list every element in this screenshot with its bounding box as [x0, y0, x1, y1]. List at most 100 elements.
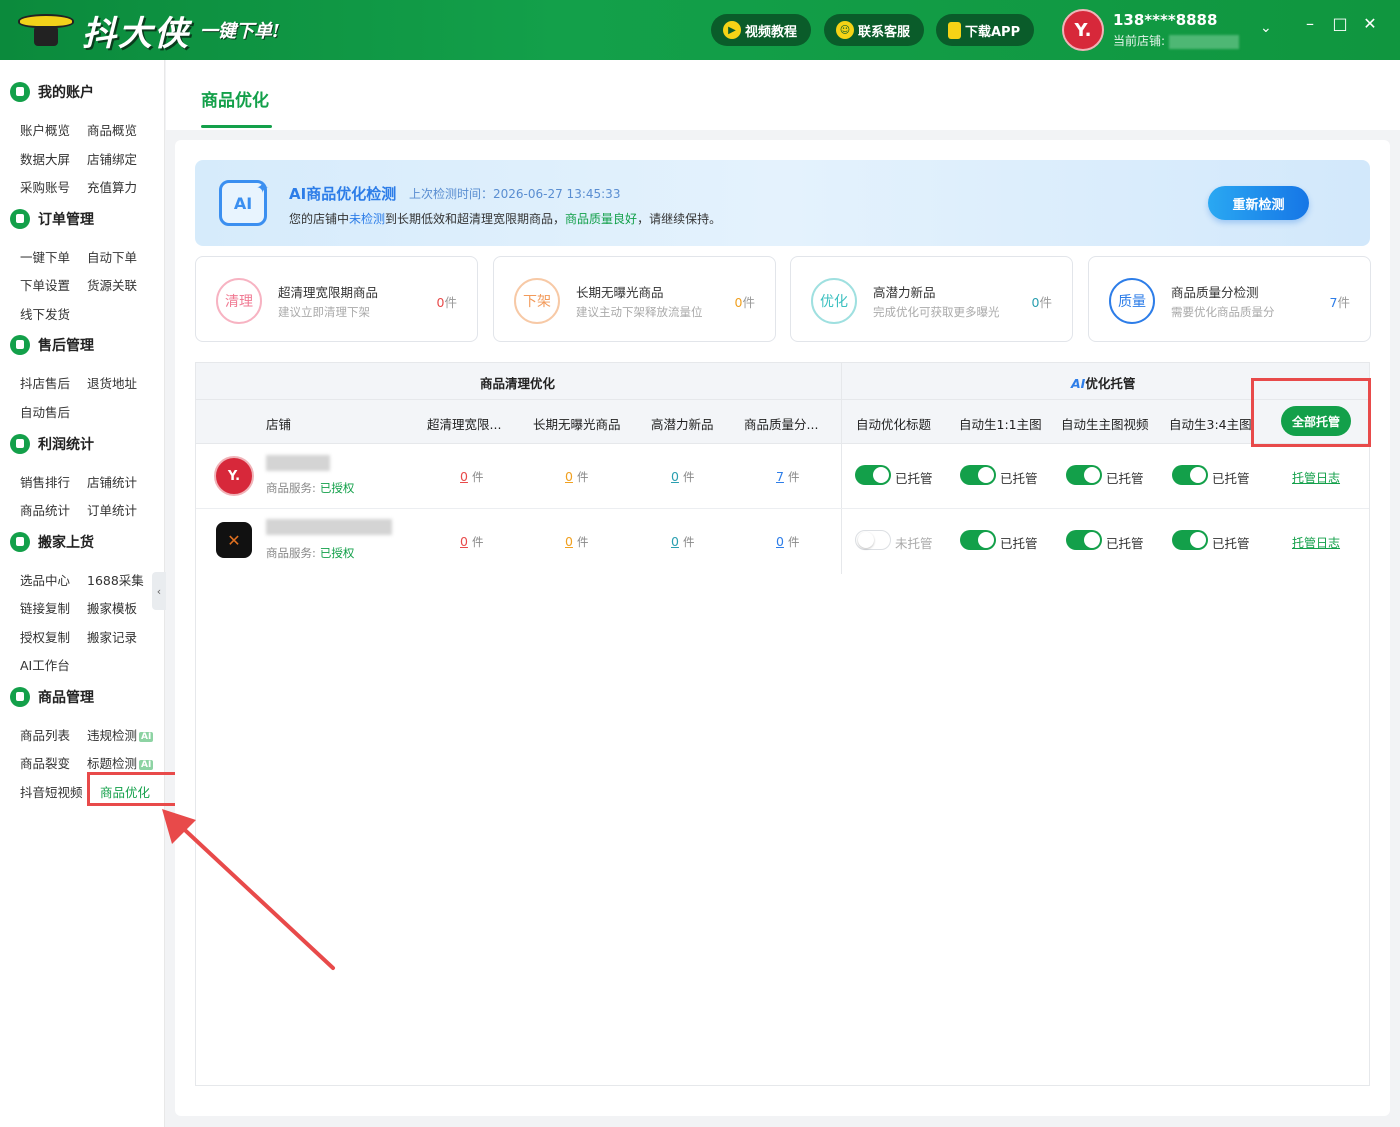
sidebar-section-migration[interactable]: 搬家上货	[10, 532, 94, 552]
stat-title: 商品质量分检测	[1171, 285, 1259, 300]
annotation-arrow-icon	[162, 809, 335, 970]
minimize-icon[interactable]: –	[1300, 14, 1320, 33]
count-high-potential[interactable]: 0件	[671, 534, 694, 550]
sidebar-item-return-address[interactable]: 退货地址	[87, 373, 137, 392]
video-tutorial-button[interactable]: ▶ 视频教程	[711, 14, 812, 46]
stat-count: 0件	[437, 292, 457, 311]
sidebar-item-violation-check[interactable]: 违规检测 AI	[87, 725, 154, 744]
col-header-no-exposure: 长期无曝光商品	[533, 417, 621, 432]
sidebar-item-data-screen[interactable]: 数据大屏	[20, 149, 70, 168]
count-quality-score[interactable]: 7件	[776, 469, 799, 485]
sidebar-item-offline-ship[interactable]: 线下发货	[20, 304, 70, 323]
toggle-knob	[1084, 532, 1100, 548]
sidebar-section-products[interactable]: 商品管理	[10, 687, 94, 707]
user-icon	[10, 82, 30, 102]
highlight-box-host-all	[1251, 378, 1371, 447]
toggle-status: 已托管	[1106, 471, 1144, 486]
toggle-auto-title[interactable]	[855, 530, 891, 550]
sidebar-section-orders[interactable]: 订单管理	[10, 209, 94, 229]
sidebar-item-selection-center[interactable]: 选品中心	[20, 570, 70, 589]
sidebar-item-migration-template[interactable]: 搬家模板	[87, 598, 137, 617]
count-grace-overdue[interactable]: 0件	[460, 469, 483, 485]
count-no-exposure[interactable]: 0件	[565, 534, 588, 550]
toggle-auto-3x4-image[interactable]	[1172, 465, 1208, 485]
sidebar-item-sales-ranking[interactable]: 销售排行	[20, 472, 70, 491]
count-high-potential[interactable]: 0件	[671, 469, 694, 485]
sidebar-item-title-check[interactable]: 标题检测 AI	[87, 753, 154, 772]
hosting-log-link[interactable]: 托管日志	[1292, 469, 1340, 486]
hosting-log-link[interactable]: 托管日志	[1292, 534, 1340, 551]
last-check-time: 上次检测时间：2026-06-27 13:45:33	[409, 187, 621, 201]
sidebar-item-link-copy[interactable]: 链接复制	[20, 598, 70, 617]
toggle-auto-1x1-image[interactable]	[960, 530, 996, 550]
video-tutorial-label: 视频教程	[745, 24, 798, 40]
sidebar-item-product-fission[interactable]: 商品裂变	[20, 753, 70, 772]
maximize-icon[interactable]: □	[1330, 14, 1350, 33]
sidebar-item-product-overview[interactable]: 商品概览	[87, 120, 137, 139]
logo-slogan: 一键下单!	[200, 21, 280, 42]
sidebar-item-auth-copy[interactable]: 授权复制	[20, 627, 70, 646]
sidebar-section-profit[interactable]: 利润统计	[10, 434, 94, 454]
toggle-knob	[873, 467, 889, 483]
count-value: 0	[671, 534, 679, 549]
toggle-auto-video[interactable]	[1066, 530, 1102, 550]
user-phone: 138****8888	[1113, 11, 1218, 29]
toggle-auto-3x4-image[interactable]	[1172, 530, 1208, 550]
toggle-auto-title[interactable]	[855, 465, 891, 485]
toggle-auto-1x1-image[interactable]	[960, 465, 996, 485]
stat-card-quality[interactable]: 质量 商品质量分检测 需要优化商品质量分 7件	[1088, 256, 1371, 342]
sidebar-item-douyin-video[interactable]: 抖音短视频	[20, 782, 83, 801]
count-value: 7	[776, 469, 784, 484]
download-app-button[interactable]: 下载APP	[936, 14, 1035, 46]
sidebar-item-purchase-account[interactable]: 采购账号	[20, 177, 70, 196]
sidebar-item-ai-workbench[interactable]: AI工作台	[20, 655, 70, 674]
sidebar-item-auto-after-sales[interactable]: 自动售后	[20, 402, 70, 421]
count-quality-score[interactable]: 0件	[776, 534, 799, 550]
recheck-button[interactable]: 重新检测	[1208, 186, 1309, 220]
sidebar-item-1688-collect[interactable]: 1688采集	[87, 570, 144, 589]
sidebar-item-order-stats[interactable]: 订单统计	[87, 500, 137, 519]
sidebar-item-account-overview[interactable]: 账户概览	[20, 120, 70, 139]
desc-text: ，请继续保持。	[637, 212, 722, 226]
sidebar-item-order-settings[interactable]: 下单设置	[20, 275, 70, 294]
sidebar-item-auto-order[interactable]: 自动下单	[87, 247, 137, 266]
stat-card-no-exposure[interactable]: 下架 长期无曝光商品 建议主动下架释放流量位 0件	[493, 256, 776, 342]
sidebar-item-migration-records[interactable]: 搬家记录	[87, 627, 137, 646]
stat-card-cleanup[interactable]: 清理 超清理宽限期商品 建议立即清理下架 0件	[195, 256, 478, 342]
sidebar-item-douyin-after-sales[interactable]: 抖店售后	[20, 373, 70, 392]
upload-icon	[10, 532, 30, 552]
sidebar-item-shop-stats[interactable]: 店铺统计	[87, 472, 137, 491]
count-no-exposure[interactable]: 0件	[565, 469, 588, 485]
sidebar-item-product-list[interactable]: 商品列表	[20, 725, 70, 744]
toggle-auto-video[interactable]	[1066, 465, 1102, 485]
sidebar-item-one-click-order[interactable]: 一键下单	[20, 247, 70, 266]
logo-text: 抖大侠	[82, 13, 190, 54]
toggle-status: 已托管	[1000, 536, 1038, 551]
contact-support-button[interactable]: ☺ 联系客服	[824, 14, 925, 46]
toggle-status: 未托管	[895, 536, 933, 551]
toggle-status: 已托管	[1212, 536, 1250, 551]
table-group-header	[196, 363, 1369, 400]
sidebar-item-shop-binding[interactable]: 店铺绑定	[87, 149, 137, 168]
desc-text: 您的店铺中	[289, 212, 350, 226]
sidebar-item-source-link[interactable]: 货源关联	[87, 275, 137, 294]
sidebar-item-recharge[interactable]: 充值算力	[87, 177, 137, 196]
toggle-knob	[1190, 532, 1206, 548]
stat-title: 长期无曝光商品	[576, 285, 664, 300]
sidebar-section-after-sales[interactable]: 售后管理	[10, 335, 94, 355]
sidebar-collapse-button[interactable]: ‹	[152, 572, 166, 610]
stat-card-high-potential[interactable]: 优化 高潜力新品 完成优化可获取更多曝光 0件	[790, 256, 1073, 342]
section-title: 商品管理	[38, 690, 94, 706]
chevron-down-icon[interactable]: ⌄	[1260, 20, 1272, 36]
current-shop[interactable]: 当前店铺:	[1113, 32, 1240, 49]
service-label: 商品服务:	[266, 481, 316, 495]
ai-check-description: 您的店铺中未检测到长期低效和超清理宽限期商品，商品质量良好，请继续保持。	[289, 210, 721, 227]
count-grace-overdue[interactable]: 0件	[460, 534, 483, 550]
toggle-knob	[1190, 467, 1206, 483]
user-avatar[interactable]: Y.	[1062, 9, 1104, 51]
close-icon[interactable]: ✕	[1360, 14, 1380, 33]
sidebar-section-account[interactable]: 我的账户	[10, 82, 94, 102]
stat-unit: 件	[1337, 295, 1350, 310]
tab-product-optimize[interactable]: 商品优化	[201, 86, 269, 111]
sidebar-item-product-stats[interactable]: 商品统计	[20, 500, 70, 519]
